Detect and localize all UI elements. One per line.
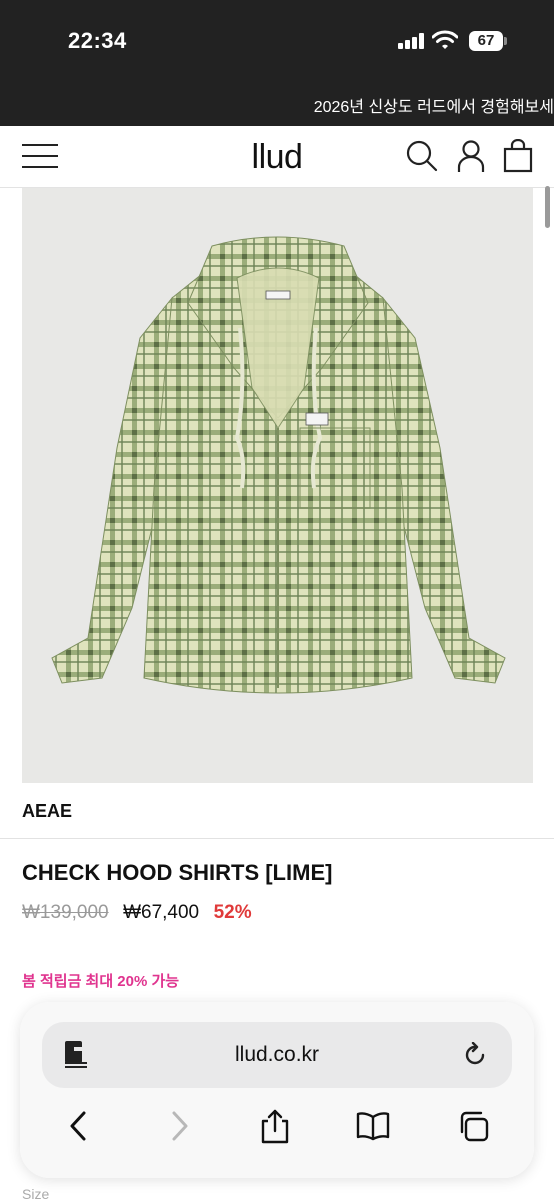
site-header: llud bbox=[0, 126, 554, 188]
share-icon[interactable] bbox=[258, 1108, 292, 1144]
discount-badge: 52% bbox=[213, 902, 252, 923]
search-icon[interactable] bbox=[404, 139, 438, 173]
tabs-icon[interactable] bbox=[457, 1108, 491, 1144]
wifi-icon bbox=[432, 30, 458, 49]
size-label: Size bbox=[22, 1186, 50, 1200]
user-account-icon[interactable] bbox=[454, 139, 488, 173]
promo-banner-text[interactable]: 2026년 신상도 러드에서 경험해보세 bbox=[314, 93, 554, 117]
sale-price: ₩67,400 bbox=[123, 902, 200, 923]
back-icon[interactable] bbox=[62, 1108, 96, 1144]
url-text[interactable]: llud.co.kr bbox=[42, 1043, 512, 1067]
plaid-hood-shirt-image bbox=[51, 236, 506, 694]
original-price: ₩139,000 bbox=[22, 902, 109, 923]
points-promo-text: 봄 적립금 최대 20% 가능 bbox=[22, 973, 180, 990]
price-row: ₩139,000 ₩67,400 52% bbox=[22, 902, 252, 924]
product-image[interactable] bbox=[22, 188, 533, 783]
address-bar[interactable]: llud.co.kr bbox=[42, 1022, 512, 1088]
section-divider bbox=[0, 838, 554, 839]
bookmarks-icon[interactable] bbox=[356, 1108, 390, 1144]
browser-bottom-bar: llud.co.kr bbox=[20, 1002, 534, 1178]
shopping-bag-icon[interactable] bbox=[502, 139, 536, 173]
page-scrollbar[interactable] bbox=[545, 186, 550, 228]
status-time: 22:34 bbox=[68, 28, 127, 53]
top-banner-area: 22:34 67 2026년 신상도 러드에서 경험해보세 bbox=[0, 0, 554, 126]
forward-icon[interactable] bbox=[162, 1108, 196, 1144]
reload-icon[interactable] bbox=[462, 1042, 488, 1068]
battery-cap-icon bbox=[504, 37, 507, 45]
cellular-signal-icon bbox=[398, 33, 426, 49]
product-brand[interactable]: AEAE bbox=[22, 801, 72, 822]
product-title: CHECK HOOD SHIRTS [LIME] bbox=[22, 860, 333, 885]
battery-indicator: 67 bbox=[469, 31, 503, 51]
